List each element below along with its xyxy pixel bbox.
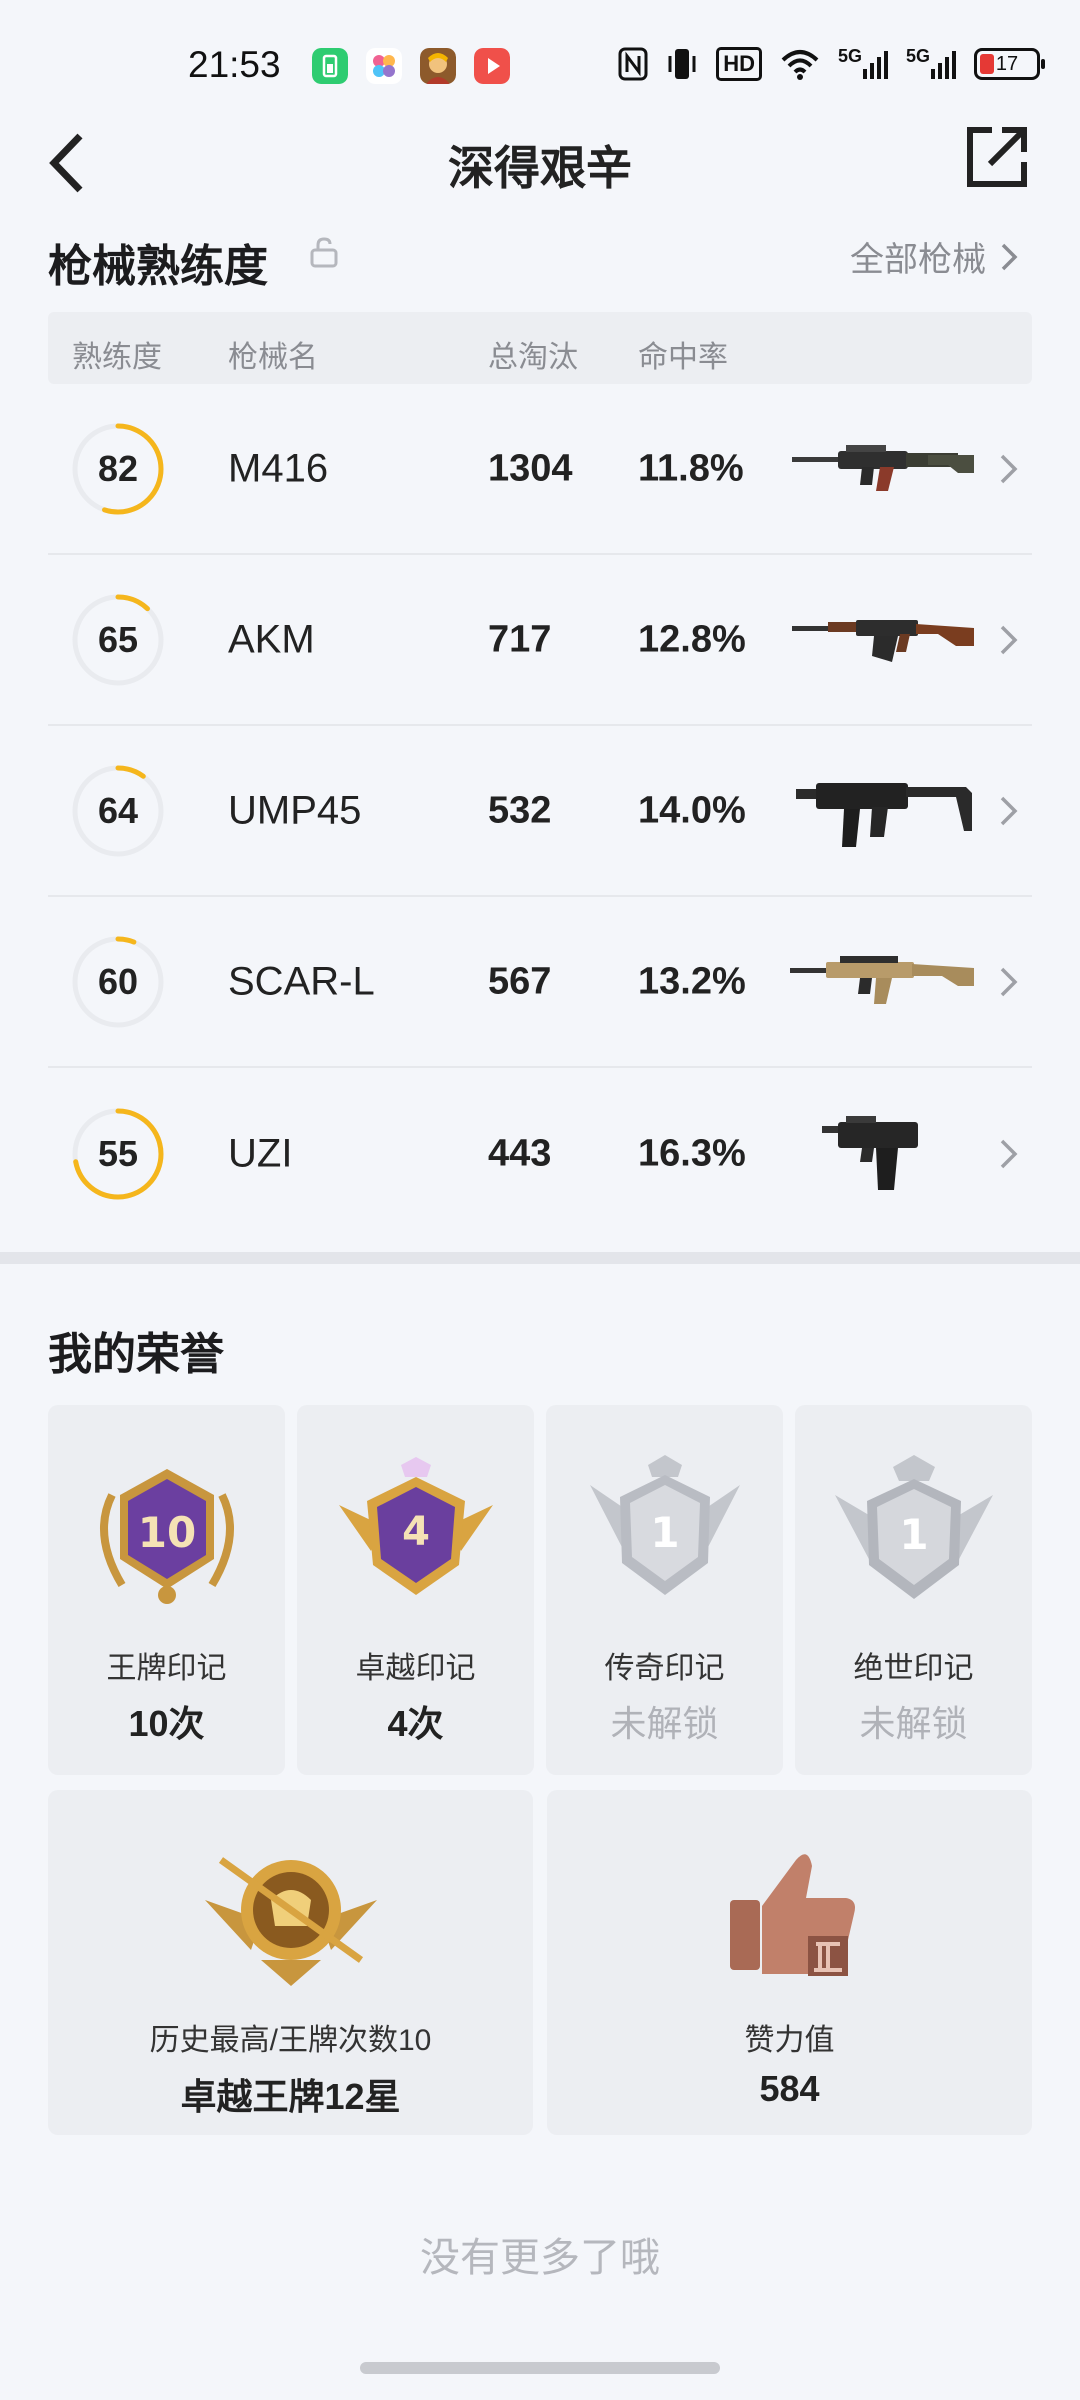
unlock-icon[interactable]	[310, 236, 338, 268]
weapon-list: 82 M416 1304 11.8% 65 AKM 717 12.8% 64 U…	[48, 384, 1032, 1239]
likes-value: 584	[759, 2068, 820, 2109]
peerless-emblem-icon: 1	[834, 1455, 993, 1599]
home-indicator[interactable]	[360, 2362, 720, 2374]
hit-rate: 16.3%	[638, 1132, 746, 1174]
likes-label: 赞力值	[744, 2024, 835, 2057]
chevron-right-icon	[1000, 625, 1018, 654]
weapon-name: AKM	[228, 617, 315, 661]
legend-emblem-icon: 1	[589, 1455, 740, 1595]
weapon-name: UMP45	[228, 788, 362, 832]
weapon-row-uzi[interactable]: 55 UZI 443 16.3%	[48, 1068, 1032, 1239]
chevron-right-icon	[1000, 1139, 1018, 1168]
chevron-right-icon	[1000, 454, 1018, 483]
akm-rifle-icon	[792, 619, 974, 662]
total-kills: 717	[488, 618, 552, 660]
excellent-emblem-icon: 4	[338, 1457, 493, 1595]
uzi-smg-icon	[822, 1115, 918, 1190]
honor-label: 绝世印记	[853, 1652, 974, 1685]
chevron-right-icon	[1001, 243, 1018, 270]
charging-app-icon	[312, 48, 348, 84]
signal-icon	[931, 51, 956, 79]
status-app-icons	[312, 48, 510, 84]
honor-card-peerless[interactable]: 1 绝世印记 未解锁	[795, 1405, 1032, 1775]
vibrate-icon	[668, 49, 696, 79]
col-total-kills: 总淘汰	[488, 341, 578, 374]
mastery-value: 82	[97, 447, 139, 489]
honor-value: 未解锁	[859, 1703, 968, 1744]
ump45-smg-icon	[796, 782, 972, 847]
honor-value: 4次	[387, 1703, 444, 1744]
weapon-name: UZI	[228, 1131, 293, 1175]
hit-rate: 14.0%	[638, 789, 746, 831]
svg-text:1: 1	[650, 1508, 679, 1557]
honor-label: 卓越印记	[355, 1652, 476, 1685]
video-app-icon	[474, 48, 510, 84]
all-weapons-label: 全部枪械	[850, 241, 986, 279]
col-hit-rate: 命中率	[638, 341, 728, 374]
chevron-right-icon	[1000, 796, 1018, 825]
hit-rate: 13.2%	[638, 960, 746, 1002]
hit-rate: 11.8%	[638, 447, 744, 489]
signal-icon	[862, 51, 888, 79]
signal-5g-2: 5G	[906, 46, 956, 82]
honor-card-ace[interactable]: 10 王牌印记 10次	[48, 1405, 285, 1775]
highest-rank-label: 历史最高/王牌次数10	[149, 2024, 432, 2057]
chevron-right-icon	[1000, 967, 1018, 996]
flower-app-icon	[366, 48, 402, 84]
svg-text:1: 1	[899, 1510, 928, 1559]
weapon-row-ump45[interactable]: 64 UMP45 532 14.0%	[48, 726, 1032, 897]
col-mastery: 熟练度	[72, 341, 162, 374]
hd-badge: HD	[716, 46, 762, 82]
honor-value: 未解锁	[610, 1703, 719, 1744]
svg-text:10: 10	[137, 1508, 195, 1557]
section-divider	[0, 1252, 1080, 1264]
signal-5g-1: 5G	[838, 46, 888, 82]
total-kills: 443	[488, 1132, 552, 1174]
total-kills: 567	[488, 960, 552, 1002]
page-title: 深得艰辛	[448, 142, 632, 194]
all-weapons-link[interactable]: 全部枪械	[850, 232, 1018, 281]
total-kills: 532	[488, 789, 552, 831]
ace-emblem-icon: 10	[99, 1469, 234, 1604]
hit-rate: 12.8%	[638, 618, 746, 660]
svg-text:4: 4	[402, 1509, 430, 1555]
highest-rank-value: 卓越王牌12星	[180, 2076, 401, 2117]
summary-cards: 历史最高/王牌次数10 卓越王牌12星 赞力值 584	[48, 1790, 1032, 2135]
nfc-icon	[618, 47, 648, 81]
honor-card-excellent[interactable]: 4 卓越印记 4次	[297, 1405, 534, 1775]
end-of-list-text: 没有更多了哦	[420, 2236, 660, 2280]
mastery-value: 55	[97, 1132, 139, 1174]
mastery-value: 65	[97, 618, 139, 660]
status-indicators: HD 5G 5G 17	[618, 46, 1045, 82]
weapon-name: M416	[228, 446, 329, 490]
nav-header: 深得艰辛	[0, 110, 1080, 210]
mastery-value: 60	[97, 960, 139, 1002]
weapon-row-scar-l[interactable]: 60 SCAR-L 567 13.2%	[48, 897, 1032, 1068]
honor-label: 传奇印记	[604, 1652, 725, 1685]
scar-l-rifle-icon	[790, 955, 974, 1004]
weapon-mastery-title: 枪械熟练度	[48, 242, 268, 291]
likes-card[interactable]: 赞力值 584	[547, 1790, 1032, 2135]
honor-label: 王牌印记	[106, 1652, 227, 1685]
mastery-value: 64	[97, 789, 139, 831]
highest-rank-emblem-icon	[204, 1857, 377, 1986]
wifi-icon	[781, 50, 819, 80]
game-app-icon	[420, 48, 456, 84]
total-kills: 1304	[488, 447, 573, 489]
weapon-row-m416[interactable]: 82 M416 1304 11.8%	[48, 384, 1032, 555]
share-icon[interactable]	[964, 124, 1030, 190]
weapon-table-header: 熟练度 枪械名 总淘汰 命中率	[48, 312, 1032, 384]
highest-rank-card[interactable]: 历史最高/王牌次数10 卓越王牌12星	[48, 1790, 533, 2135]
battery-icon: 17	[974, 48, 1045, 80]
honor-card-legend[interactable]: 1 传奇印记 未解锁	[546, 1405, 783, 1775]
weapon-row-akm[interactable]: 65 AKM 717 12.8%	[48, 555, 1032, 726]
honor-value: 10次	[128, 1703, 205, 1744]
honor-cards: 10 王牌印记 10次 4 卓越印记 4次 1 传奇印记 未解锁 1 绝世印记 …	[48, 1405, 1032, 1775]
m416-rifle-icon	[792, 444, 974, 491]
honors-title: 我的荣誉	[48, 1330, 224, 1379]
weapon-name: SCAR-L	[228, 959, 375, 1003]
status-time: 21:53	[188, 44, 281, 85]
thumbs-up-icon	[729, 1854, 855, 1976]
col-weapon-name: 枪械名	[228, 341, 318, 374]
